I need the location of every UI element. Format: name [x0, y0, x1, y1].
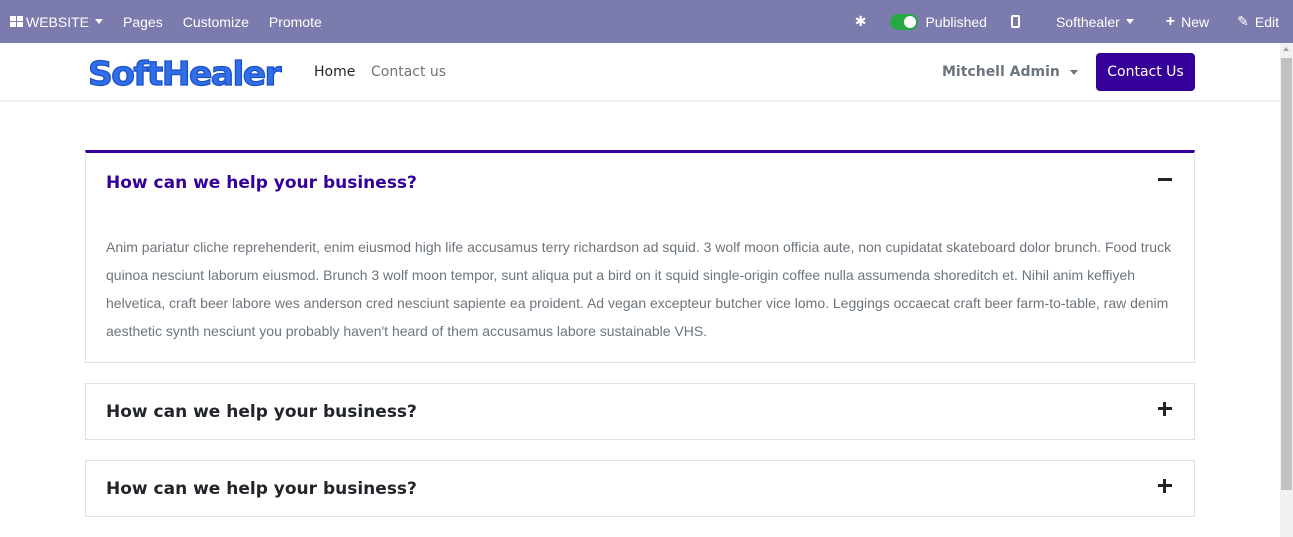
edit-button[interactable]: ✎ Edit — [1223, 0, 1293, 43]
user-menu[interactable]: Mitchell Admin — [942, 64, 1078, 80]
accordion-item: How can we help your business? — [85, 460, 1195, 517]
page-scrollbar[interactable] — [1280, 43, 1293, 537]
customize-menu[interactable]: Customize — [173, 0, 259, 43]
publish-toggle[interactable]: Published — [882, 0, 1001, 43]
nav-contact-us[interactable]: Contact us — [371, 64, 446, 80]
minus-icon[interactable] — [1156, 171, 1174, 189]
published-label: Published — [925, 13, 987, 30]
site-header: SoftHealer Home Contact us Mitchell Admi… — [0, 43, 1280, 101]
new-button[interactable]: + New — [1152, 0, 1223, 43]
plus-icon: + — [1165, 12, 1176, 30]
accordion-item: How can we help your business? — [85, 383, 1195, 440]
caret-down-icon — [1069, 69, 1078, 75]
plus-icon[interactable] — [1156, 477, 1174, 495]
nav-home[interactable]: Home — [314, 64, 355, 80]
mobile-preview-button[interactable] — [1001, 0, 1038, 43]
bug-icon: ✱ — [854, 13, 867, 29]
apps-grid-icon — [10, 16, 23, 27]
caret-down-icon — [1125, 19, 1134, 24]
caret-down-icon — [95, 19, 104, 24]
toggle-switch-icon[interactable] — [890, 13, 919, 30]
new-label: New — [1181, 13, 1210, 30]
edit-label: Edit — [1254, 13, 1279, 30]
debug-button[interactable]: ✱ — [839, 0, 883, 43]
accordion-title[interactable]: How can we help your business? — [106, 402, 417, 422]
user-name: Mitchell Admin — [942, 64, 1060, 80]
softhealer-logo[interactable]: SoftHealer — [86, 50, 282, 94]
accordion-title[interactable]: How can we help your business? — [106, 173, 417, 193]
website-editor-bar: WEBSITE Pages Customize Promote ✱ Publis… — [0, 0, 1293, 43]
accordion-body: Anim pariatur cliche reprehenderit, enim… — [106, 239, 1172, 339]
pages-menu[interactable]: Pages — [113, 0, 173, 43]
plus-icon[interactable] — [1156, 400, 1174, 418]
contact-us-button[interactable]: Contact Us — [1096, 53, 1195, 91]
scrollbar-thumb[interactable] — [1281, 58, 1292, 490]
scroll-up-arrow-icon[interactable] — [1283, 47, 1289, 51]
accordion-item: How can we help your business? Anim pari… — [85, 150, 1195, 363]
company-label: Softhealer — [1055, 13, 1120, 30]
pencil-icon: ✎ — [1237, 13, 1249, 29]
promote-menu[interactable]: Promote — [259, 0, 332, 43]
website-menu-label: WEBSITE — [26, 13, 90, 30]
company-switcher[interactable]: Softhealer — [1038, 0, 1152, 43]
logo-text: SoftHealer — [88, 54, 282, 93]
accordion-title[interactable]: How can we help your business? — [106, 479, 417, 499]
website-menu[interactable]: WEBSITE — [0, 0, 113, 43]
mobile-phone-icon — [1010, 15, 1020, 28]
